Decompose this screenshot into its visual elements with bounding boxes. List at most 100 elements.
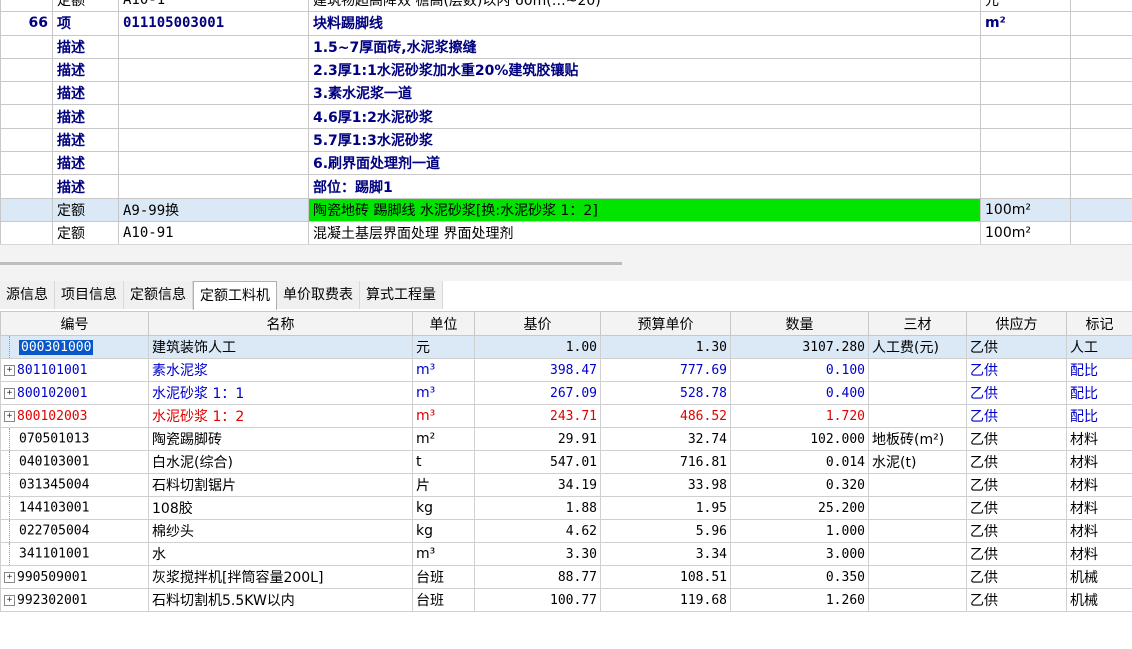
tab-6[interactable]: 算式工程量 [360, 281, 443, 309]
mark-cell[interactable]: 配比 [1066, 381, 1132, 405]
three-materials-cell[interactable] [868, 542, 967, 566]
code-cell[interactable]: 040103001 [0, 450, 149, 474]
budget-price-cell[interactable]: 528.78 [600, 381, 731, 405]
quantity-cell[interactable]: 25.200 [730, 496, 869, 520]
supplier-cell[interactable]: 乙供 [966, 404, 1067, 428]
name-cell[interactable]: 水泥砂浆 1：1 [148, 381, 413, 405]
unit-cell[interactable]: m² [412, 427, 475, 451]
tab-4[interactable]: 定额工料机 [193, 281, 277, 310]
base-price-cell[interactable]: 267.09 [474, 381, 601, 405]
column-header[interactable]: 数量 [730, 311, 869, 336]
code-cell[interactable]: 022705004 [0, 519, 149, 543]
code-cell[interactable]: 000301000 [0, 335, 149, 359]
base-price-cell[interactable]: 4.62 [474, 519, 601, 543]
quantity-cell[interactable]: 3.000 [730, 542, 869, 566]
bill-row[interactable]: 66 项 011105003001 块料踢脚线 m² [0, 11, 1132, 36]
code-cell[interactable]: +800102003 [0, 404, 149, 428]
budget-price-cell[interactable]: 486.52 [600, 404, 731, 428]
budget-price-cell[interactable]: 1.30 [600, 335, 731, 359]
mark-cell[interactable]: 材料 [1066, 542, 1132, 566]
column-header[interactable]: 名称 [148, 311, 413, 336]
row-name[interactable]: 5.7厚1:3水泥砂浆 [308, 127, 981, 153]
horizontal-scrollbar[interactable] [0, 262, 622, 265]
row-name[interactable]: 3.素水泥浆一道 [308, 81, 981, 106]
name-cell[interactable]: 建筑装饰人工 [148, 335, 413, 359]
row-name[interactable]: 2.3厚1:1水泥砂浆加水重20%建筑胶镶贴 [308, 57, 981, 83]
three-materials-cell[interactable]: 人工费(元) [868, 335, 967, 359]
name-cell[interactable]: 灰浆搅拌机[拌筒容量200L] [148, 565, 413, 589]
bill-items-grid[interactable]: 定额 A10-1 建筑物超高降效 檐高(层数)以内 60m(…~20) 元 66 项 011… [0, 0, 1132, 244]
column-header[interactable]: 编号 [0, 311, 149, 336]
quantity-cell[interactable]: 0.320 [730, 473, 869, 497]
bill-row[interactable]: 定额 A10-91 混凝土基层界面处理 界面处理剂 100m² [0, 220, 1132, 244]
budget-price-cell[interactable]: 716.81 [600, 450, 731, 474]
mark-cell[interactable]: 配比 [1066, 404, 1132, 428]
name-cell[interactable]: 石料切割机5.5KW以内 [148, 588, 413, 612]
mark-cell[interactable]: 材料 [1066, 519, 1132, 543]
column-header[interactable]: 标记 [1066, 311, 1132, 336]
budget-price-cell[interactable]: 108.51 [600, 565, 731, 589]
name-cell[interactable]: 水 [148, 542, 413, 566]
quantity-cell[interactable]: 0.350 [730, 565, 869, 589]
row-name[interactable]: 部位：踢脚1 [308, 174, 981, 199]
base-price-cell[interactable]: 547.01 [474, 450, 601, 474]
bill-row[interactable]: 描述 1.5~7厚面砖,水泥浆擦缝 [0, 34, 1132, 59]
three-materials-cell[interactable] [868, 588, 967, 612]
column-header[interactable]: 供应方 [966, 311, 1067, 336]
quantity-cell[interactable]: 102.000 [730, 427, 869, 451]
name-cell[interactable]: 石料切割锯片 [148, 473, 413, 497]
budget-price-cell[interactable]: 33.98 [600, 473, 731, 497]
unit-cell[interactable]: 元 [412, 335, 475, 359]
supplier-cell[interactable]: 乙供 [966, 588, 1067, 612]
three-materials-cell[interactable] [868, 473, 967, 497]
code-cell[interactable]: 031345004 [0, 473, 149, 497]
mark-cell[interactable]: 材料 [1066, 496, 1132, 520]
budget-price-cell[interactable]: 32.74 [600, 427, 731, 451]
bill-row[interactable]: 描述 4.6厚1:2水泥砂浆 [0, 104, 1132, 129]
supplier-cell[interactable]: 乙供 [966, 381, 1067, 405]
table-row[interactable]: +992302001 石料切割机5.5KW以内 台班 100.77 119.68 1.26… [0, 588, 1132, 612]
table-row[interactable]: 144103001 108胶 kg 1.88 1.95 25.200 乙供 材料 [0, 496, 1132, 520]
base-price-cell[interactable]: 3.30 [474, 542, 601, 566]
resource-grid[interactable]: 编号 名称 单位 基价 预算单价 数量 三材 供应方 标记 000301000 建筑装饰人工元 1.… [0, 311, 1132, 612]
table-row[interactable]: 031345004 石料切割锯片片 34.19 33.98 0.320 乙供 材料 [0, 473, 1132, 497]
expand-icon[interactable]: + [4, 364, 15, 376]
supplier-cell[interactable]: 乙供 [966, 519, 1067, 543]
supplier-cell[interactable]: 乙供 [966, 473, 1067, 497]
unit-cell[interactable]: kg [412, 519, 475, 543]
column-header[interactable]: 基价 [474, 311, 601, 336]
table-row[interactable]: 022705004 棉纱头 kg 4.62 5.96 1.000 乙供 材料 [0, 519, 1132, 543]
three-materials-cell[interactable] [868, 519, 967, 543]
mark-cell[interactable]: 材料 [1066, 473, 1132, 497]
base-price-cell[interactable]: 1.00 [474, 335, 601, 359]
base-price-cell[interactable]: 29.91 [474, 427, 601, 451]
three-materials-cell[interactable]: 地板砖(m²) [868, 427, 967, 451]
name-cell[interactable]: 棉纱头 [148, 519, 413, 543]
code-cell[interactable]: 070501013 [0, 427, 149, 451]
quantity-cell[interactable]: 1.260 [730, 588, 869, 612]
three-materials-cell[interactable] [868, 381, 967, 405]
row-name[interactable]: 建筑物超高降效 檐高(层数)以内 60m(…~20) [308, 0, 981, 13]
column-header[interactable]: 单位 [412, 311, 475, 336]
code-cell[interactable]: +992302001 [0, 588, 149, 612]
code-cell[interactable]: +801101001 [0, 358, 149, 382]
quantity-cell[interactable]: 0.400 [730, 381, 869, 405]
three-materials-cell[interactable] [868, 404, 967, 428]
unit-cell[interactable]: m³ [412, 404, 475, 428]
mark-cell[interactable]: 机械 [1066, 588, 1132, 612]
base-price-cell[interactable]: 243.71 [474, 404, 601, 428]
code-cell[interactable]: +990509001 [0, 565, 149, 589]
three-materials-cell[interactable] [868, 565, 967, 589]
unit-cell[interactable]: kg [412, 496, 475, 520]
table-row[interactable]: 040103001 白水泥(综合) t 547.01 716.81 0.014 水泥(t) 乙… [0, 450, 1132, 474]
tab-2[interactable]: 项目信息 [55, 281, 124, 309]
bill-row[interactable]: 描述 部位：踢脚1 [0, 174, 1132, 199]
row-name[interactable]: 1.5~7厚面砖,水泥浆擦缝 [308, 34, 981, 59]
supplier-cell[interactable]: 乙供 [966, 542, 1067, 566]
name-cell[interactable]: 水泥砂浆 1：2 [148, 404, 413, 428]
base-price-cell[interactable]: 34.19 [474, 473, 601, 497]
bill-row[interactable]: 定额 A10-1 建筑物超高降效 檐高(层数)以内 60m(…~20) 元 [0, 0, 1132, 13]
table-row[interactable]: 341101001 水 m³ 3.30 3.34 3.000 乙供 材料 [0, 542, 1132, 566]
row-name[interactable]: 混凝土基层界面处理 界面处理剂 [308, 220, 981, 244]
supplier-cell[interactable]: 乙供 [966, 335, 1067, 359]
